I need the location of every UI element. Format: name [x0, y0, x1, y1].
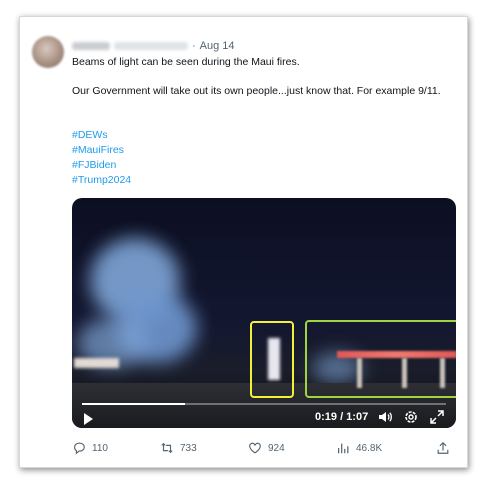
hashtag-fjbiden[interactable]: #FJBiden [72, 158, 452, 172]
reply-icon [74, 442, 85, 455]
views-count: 46.8K [356, 442, 383, 454]
tweet-text-line2: Our Government will take out its own peo… [72, 85, 441, 97]
tweet-text-line1: Beams of light can be seen during the Ma… [72, 56, 300, 68]
fullscreen-icon[interactable] [429, 409, 445, 425]
heart-icon [249, 442, 261, 454]
time-display: 0:19 / 1:07 [315, 411, 369, 423]
hashtag-trump2024[interactable]: #Trump2024 [72, 173, 452, 187]
hashtag-dews[interactable]: #DEWs [72, 128, 452, 142]
author-name-blurred[interactable] [72, 42, 110, 50]
views-chart-icon [338, 443, 349, 454]
tweet-date[interactable]: Aug 14 [200, 40, 235, 52]
retweet-icon [161, 442, 173, 454]
video-controls: 0:19 / 1:07 [72, 403, 456, 428]
separator-dot: · [192, 40, 196, 52]
hashtag-mauifires[interactable]: #MauiFires [72, 143, 452, 157]
play-icon[interactable] [84, 413, 93, 425]
reply-button[interactable]: 110 [72, 441, 160, 455]
settings-icon[interactable] [403, 409, 419, 425]
like-button[interactable]: 924 [248, 441, 336, 455]
reply-count: 110 [92, 442, 108, 454]
progress-fill [82, 403, 186, 405]
annotation-box-green [305, 320, 456, 398]
author-handle-blurred[interactable] [114, 42, 188, 50]
volume-icon[interactable] [377, 409, 393, 425]
annotation-box-yellow [250, 321, 294, 398]
retweet-button[interactable]: 733 [160, 441, 248, 455]
retweet-count: 733 [180, 442, 197, 454]
tweet-card: · Aug 14 Beams of light can be seen duri… [19, 16, 468, 468]
like-count: 924 [268, 442, 285, 454]
avatar[interactable] [32, 36, 64, 68]
progress-bar[interactable] [82, 403, 446, 405]
share-button[interactable] [436, 441, 450, 455]
views-button[interactable]: 46.8K [336, 441, 436, 455]
tweet-actions: 110 733 924 46.8K [72, 441, 456, 455]
building-lights [74, 358, 119, 368]
share-icon [437, 441, 449, 454]
tweet-header: · Aug 14 [72, 39, 235, 53]
video-player[interactable]: 0:19 / 1:07 [72, 198, 456, 428]
